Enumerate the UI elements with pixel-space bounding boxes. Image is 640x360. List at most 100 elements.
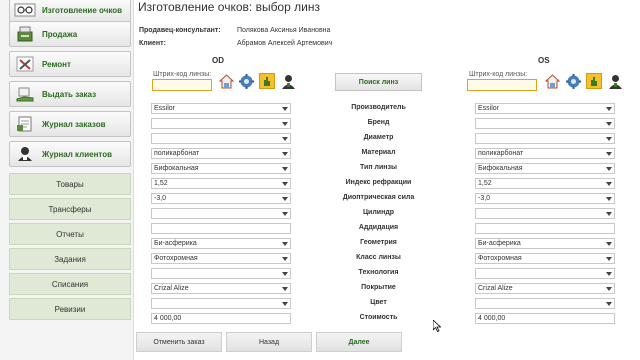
os-select[interactable]: Crizal Alize [475,283,615,294]
od-value: Фотохромная [154,255,198,262]
chevron-down-icon [282,122,288,126]
od-select[interactable]: Би-асферика [151,238,291,249]
od-select[interactable] [151,268,291,279]
hand-over-icon [12,83,38,105]
os-select[interactable]: поликарбонат [475,148,615,159]
od-catalog-icon[interactable] [218,73,234,89]
os-value: -3,0 [478,195,491,202]
od-barcode-input[interactable] [152,79,212,91]
chevron-down-icon [606,272,612,276]
os-select[interactable]: 1,52 [475,178,615,189]
chevron-down-icon [606,122,612,126]
page-title: Изготовление очков: выбор линз [138,0,320,14]
row-label: Аддидация [358,224,399,231]
sub-nav-goods[interactable]: Товары [9,173,131,195]
row-label: Геометрия [360,239,397,246]
os-select[interactable]: Би-асферика [475,238,615,249]
client-label: Клиент: [139,40,166,47]
od-select[interactable] [151,208,291,219]
chevron-down-icon [282,197,288,201]
nav-sale[interactable]: Продажа [9,21,131,47]
sub-nav-audits[interactable]: Ревизии [9,298,131,320]
os-select[interactable] [475,118,615,129]
od-select[interactable]: Фотохромная [151,253,291,264]
chevron-down-icon [606,167,612,171]
nav-repair[interactable]: Ремонт [9,51,131,77]
od-select[interactable]: Essilor [151,103,291,114]
os-client-icon[interactable] [607,73,623,89]
row-label: Диоптрическая сила [342,194,415,201]
os-input[interactable]: 4 000,00 [475,313,615,324]
next-button[interactable]: Далее [316,332,402,352]
od-client-icon[interactable] [280,73,296,89]
chevron-down-icon [606,182,612,186]
od-input[interactable]: 4 000,00 [151,313,291,324]
nav-issue-order[interactable]: Выдать заказ [9,81,131,107]
os-value: Essilor [478,105,500,112]
od-select[interactable]: Crizal Alize [151,283,291,294]
os-select[interactable]: Фотохромная [475,253,615,264]
client-value: Абрамов Алексей Артемович [237,40,333,47]
nav-label: Продажа [42,29,78,39]
row-label: Технология [358,269,399,276]
od-input[interactable] [151,223,291,234]
od-select[interactable]: Бифокальная [151,163,291,174]
nav-client-journal[interactable]: Журнал клиентов [9,141,131,167]
os-lens-select-icon[interactable] [586,73,602,89]
chevron-down-icon [282,137,288,141]
chevron-down-icon [282,167,288,171]
os-value: Фотохромная [478,255,522,262]
chevron-down-icon [606,287,612,291]
os-catalog-icon[interactable] [544,73,560,89]
row-label: Класс линзы [356,254,401,261]
os-barcode-input[interactable] [467,79,537,91]
os-value: 4 000,00 [478,315,506,322]
sub-nav-write-offs[interactable]: Списания [9,273,131,295]
od-lens-select-icon[interactable] [259,73,275,89]
chevron-down-icon [606,197,612,201]
row-label: Цвет [370,299,387,306]
od-value: Essilor [154,105,176,112]
od-column-title: OD [212,56,224,65]
od-value: поликарбонат [154,150,200,157]
od-select[interactable]: -3,0 [151,193,291,204]
os-select[interactable] [475,268,615,279]
od-select[interactable]: поликарбонат [151,148,291,159]
os-select[interactable] [475,133,615,144]
od-select[interactable] [151,298,291,309]
chevron-down-icon [606,302,612,306]
od-value: Бифокальная [154,165,199,172]
mouse-cursor-icon [432,319,442,337]
od-value: -3,0 [154,195,167,202]
od-settings-icon[interactable] [238,73,254,89]
os-value: Бифокальная [478,165,523,172]
back-button[interactable]: Назад [226,332,312,352]
os-input[interactable] [475,223,615,234]
os-select[interactable] [475,208,615,219]
os-select[interactable]: Бифокальная [475,163,615,174]
nav-order-journal[interactable]: Журнал заказов [9,111,131,137]
os-column-title: OS [538,56,550,65]
od-value: Би-асферика [154,240,197,247]
os-select[interactable] [475,298,615,309]
os-select[interactable]: Essilor [475,103,615,114]
sub-nav-reports[interactable]: Отчеты [9,223,131,245]
sub-nav-tasks[interactable]: Задания [9,248,131,270]
sub-nav-transfers[interactable]: Трансферы [9,198,131,220]
od-select[interactable] [151,118,291,129]
od-value: Crizal Alize [154,285,189,292]
chevron-down-icon [282,302,288,306]
row-label: Индекс рефракции [345,179,412,186]
order-journal-icon [12,113,38,135]
od-select[interactable]: 1,52 [151,178,291,189]
cancel-order-button[interactable]: Отменить заказ [136,332,222,352]
search-lenses-button[interactable]: Поиск линз [335,73,422,91]
row-label: Бренд [367,119,390,126]
chevron-down-icon [606,242,612,246]
cash-register-icon [12,23,38,45]
os-settings-icon[interactable] [565,73,581,89]
nav-glasses-production[interactable]: Изготовление очков [9,0,131,23]
os-select[interactable]: -3,0 [475,193,615,204]
od-select[interactable] [151,133,291,144]
od-value: 1,52 [154,180,168,187]
